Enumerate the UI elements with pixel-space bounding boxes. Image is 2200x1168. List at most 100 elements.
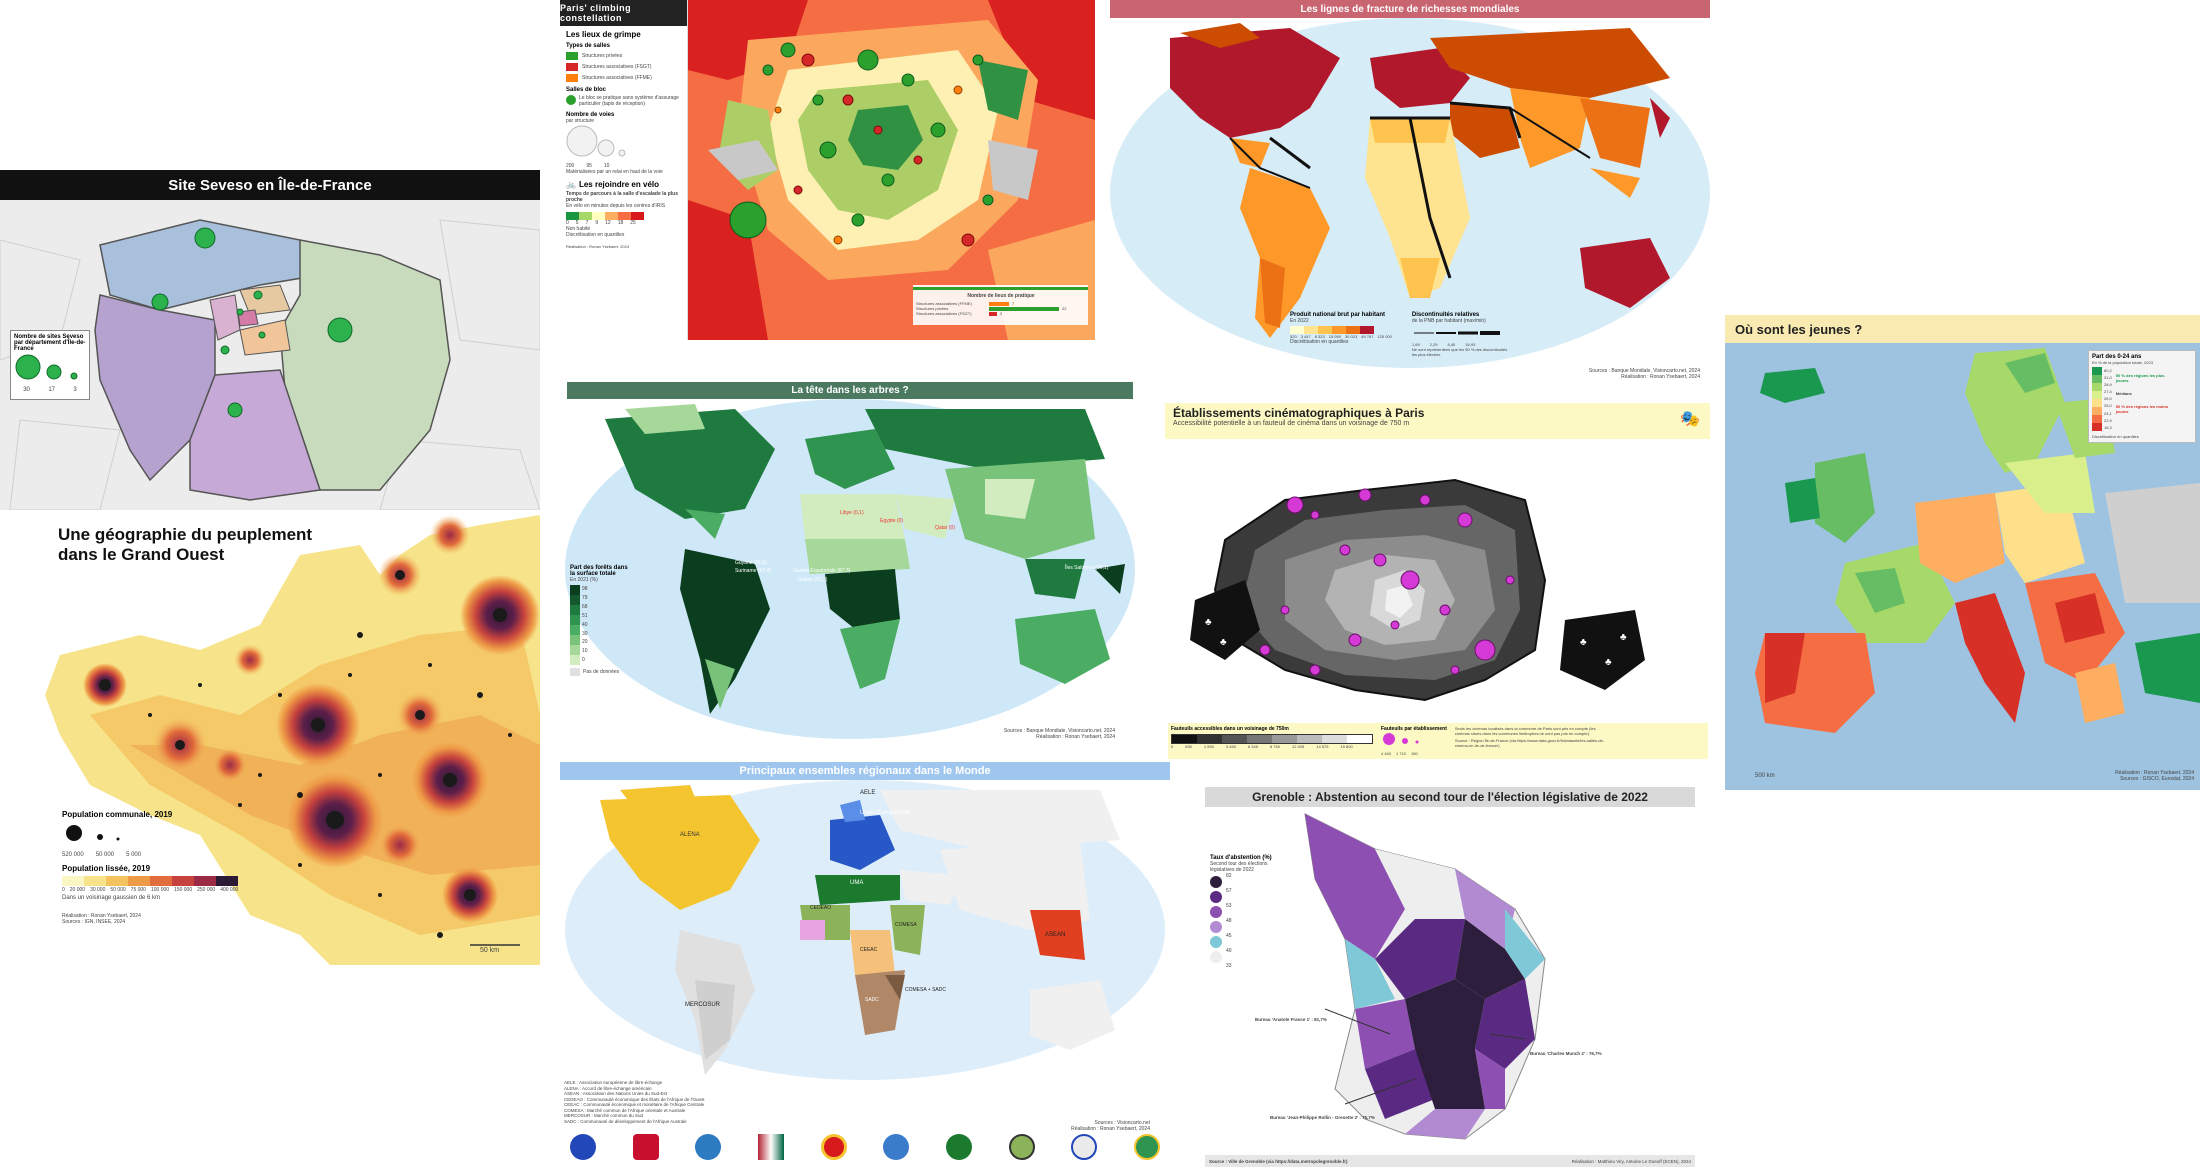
cinema-legend1-value: 14 575 [1316, 744, 1329, 749]
svg-text:♣: ♣ [1205, 617, 1212, 628]
eu-logo [570, 1134, 596, 1160]
regionaux-labels: ALENA AELE Union Européenne UMA CEDEAO C… [560, 762, 1170, 1082]
grand-ouest-smooth-value: 20 000 [69, 887, 86, 893]
jeunes-legend-sub: En % de la population totale, 2023 [2092, 360, 2153, 365]
jeunes-legend-value: 25,0 [2104, 403, 2112, 409]
jeunes-panel: Où sont les jeunes ? Part des 0-24 ans E… [1725, 315, 2200, 790]
grenoble-title: Grenoble : Abstention au second tour de … [1252, 790, 1648, 804]
cinema-legend1-value: 1 590 [1203, 744, 1214, 749]
arbres-legend-value: 10 [582, 648, 588, 655]
svg-text:♣: ♣ [1605, 657, 1612, 668]
seveso-title-bar: Site Seveso en Île-de-France [0, 170, 540, 200]
jeunes-bottom-label: 50 % des régions les moins jeunes [2115, 404, 2169, 414]
grenoble-title-bar: Grenoble : Abstention au second tour de … [1205, 787, 1695, 807]
regionaux-legend-line: CEEAC : Communauté économique et monétai… [564, 1102, 705, 1107]
richesses-source: Sources : Banque Mondiale, Visioncarto.n… [1589, 368, 1700, 380]
cinema-legend1-value: 630 [1185, 744, 1192, 749]
svg-text:♣: ♣ [1220, 637, 1227, 648]
arbres-credit: Réalisation : Ronan Ysebaert, 2024 [1036, 734, 1115, 740]
arbres-label-gabon: Gabon (91,2) [798, 577, 828, 583]
climbing-type-label: Structures associatives (FSGT) [582, 64, 652, 70]
richesses-title: Les lignes de fracture de richesses mond… [1300, 3, 1520, 15]
arbres-legend-value: 51 [582, 612, 588, 619]
arbres-legend-nodata: Pas de données [583, 669, 620, 676]
asean-logo [820, 1134, 847, 1160]
seveso-circle [258, 331, 266, 339]
jeunes-median-label: Médiane [2115, 391, 2132, 396]
climbing-time-sub: En vélo en minutes depuis les centres d'… [566, 203, 666, 209]
cinema-title: Établissements cinématographiques à Pari… [1173, 406, 1425, 420]
cinema-legend1-value: 12 405 [1291, 744, 1305, 749]
grenoble-legend-value: 82 [1226, 873, 1232, 879]
jeunes-legend-value: 31,0 [2104, 375, 2112, 381]
jeunes-legend-ramp [2092, 367, 2102, 431]
regionaux-label-comesa-sadc: COMESA + SADC [905, 987, 946, 993]
grand-ouest-legend: Population communale, 2019 520 000 50 00… [62, 810, 292, 925]
climbing-title-bar: Paris' climbing constellation [560, 0, 687, 26]
grand-ouest-smooth-value: 50 000 [110, 887, 126, 893]
svg-text:♣: ♣ [1620, 632, 1627, 643]
climbing-bar-chart: Nombre de lieux de pratique Structures a… [916, 293, 1086, 316]
jeunes-legend-value: 22,9 [2104, 417, 2112, 423]
cinema-legend1-title: Fauteuils accessibles dans un voisinage … [1171, 726, 1289, 732]
grand-ouest-smooth-value: 0 [62, 887, 65, 893]
richesses-legend1-note: Discrétisation en quantiles [1290, 339, 1349, 345]
grenoble-legend: Taux d'abstention (%) Second tour des él… [1210, 855, 1290, 974]
grenoble-annotation-2: Bureau 'Charles Munch 2' : 76,7% [1530, 1051, 1602, 1056]
climbing-time-title: Temps de parcours à la salle d'escalade … [566, 191, 678, 203]
seveso-legend-value: 17 [48, 387, 55, 393]
grenoble-legend-value: 48 [1226, 918, 1232, 924]
cinema-legend2-value: 150 [1411, 751, 1418, 756]
jeunes-legend-value: 28,9 [2104, 382, 2112, 388]
grand-ouest-smooth-value: 250 000 [197, 887, 216, 893]
climbing-bloc-title: Salles de bloc [566, 87, 607, 93]
grand-ouest-smooth-value: 100 000 [150, 887, 170, 893]
climbing-bar-value: 7 [1012, 301, 1015, 306]
arbres-legend-ramp [570, 585, 580, 665]
seveso-circle [194, 227, 216, 249]
grand-ouest-pop-value: 5 000 [126, 852, 142, 858]
climbing-time-value: 25 [630, 220, 636, 226]
cinema-legend2-circles [1383, 733, 1419, 745]
climbing-voies-note: Matérialisées par un relai en haut de la… [566, 169, 663, 175]
regionaux-label-sadc: SADC [865, 997, 879, 1003]
climbing-credit: Réalisation : Ronan Ysebaert, 2024 [566, 244, 630, 249]
usmca-logo [757, 1134, 784, 1160]
climbing-panel: Paris' climbing constellation Les lieux … [560, 0, 1095, 340]
regionaux-logos [570, 1134, 1160, 1160]
arbres-label-guyane: Guyane (91,5) [735, 560, 767, 566]
richesses-legend1-value: 49 767 [1361, 334, 1374, 339]
grand-ouest-smooth-note: Dans un voisinage gaussien de 6 km [62, 895, 161, 901]
bicycle-icon: 🚲 [566, 180, 576, 189]
arbres-label-guinee: Guinée Equatoriale (87,3) [793, 568, 851, 574]
cinema-legend2-value: 4 440 [1381, 751, 1392, 756]
cinema-panel: Établissements cinématographiques à Pari… [1165, 400, 1710, 770]
arbres-legend-value: 40 [582, 621, 588, 628]
climbing-map [688, 0, 1095, 340]
jeunes-source: Réalisation : Ronan Ysebaert, 2024 Sourc… [2115, 770, 2194, 782]
arbres-legend-title: Part des forêts dans la surface totale [570, 565, 628, 577]
jeunes-note: Discrétisation en quantiles [2092, 434, 2139, 439]
grenoble-legend-sub: Second tour des élections législatives d… [1210, 861, 1268, 873]
grand-ouest-source: Sources : IGN, INSEE, 2024 [62, 919, 126, 925]
jeunes-legend-value: 60,2 [2104, 368, 2112, 373]
richesses-legend2-lines [1413, 331, 1500, 335]
regionaux-label-uma: UMA [850, 880, 864, 886]
climbing-section1: Les lieux de grimpe [566, 30, 641, 39]
climbing-type-label: Structures privées [582, 53, 623, 59]
climbing-voies-circles [566, 125, 626, 157]
arbres-legend-value: 98 [582, 586, 588, 592]
regionaux-source: Sources : Visioncarto.net Réalisation : … [1071, 1120, 1150, 1132]
arbres-legend-value: 20 [582, 639, 588, 646]
grenoble-credit: Réalisation : Matthieu Viry, Antoine Le … [1571, 1158, 1691, 1164]
grenoble-legend-ramp [1210, 876, 1222, 974]
cinema-legend1-value: 8 750 [1269, 744, 1280, 749]
seveso-circle [253, 290, 263, 300]
cinema-legend1-ramp [1171, 734, 1373, 744]
regionaux-label-alena: ALENA [680, 832, 700, 838]
climbing-bar-value: 2 [1000, 311, 1003, 316]
arbres-label-libye: Libye (0,1) [840, 510, 864, 516]
seveso-title: Site Seveso en Île-de-France [168, 176, 372, 194]
climbing-title: Paris' climbing constellation [560, 3, 632, 23]
jeunes-scale: 500 km [1755, 773, 1775, 779]
